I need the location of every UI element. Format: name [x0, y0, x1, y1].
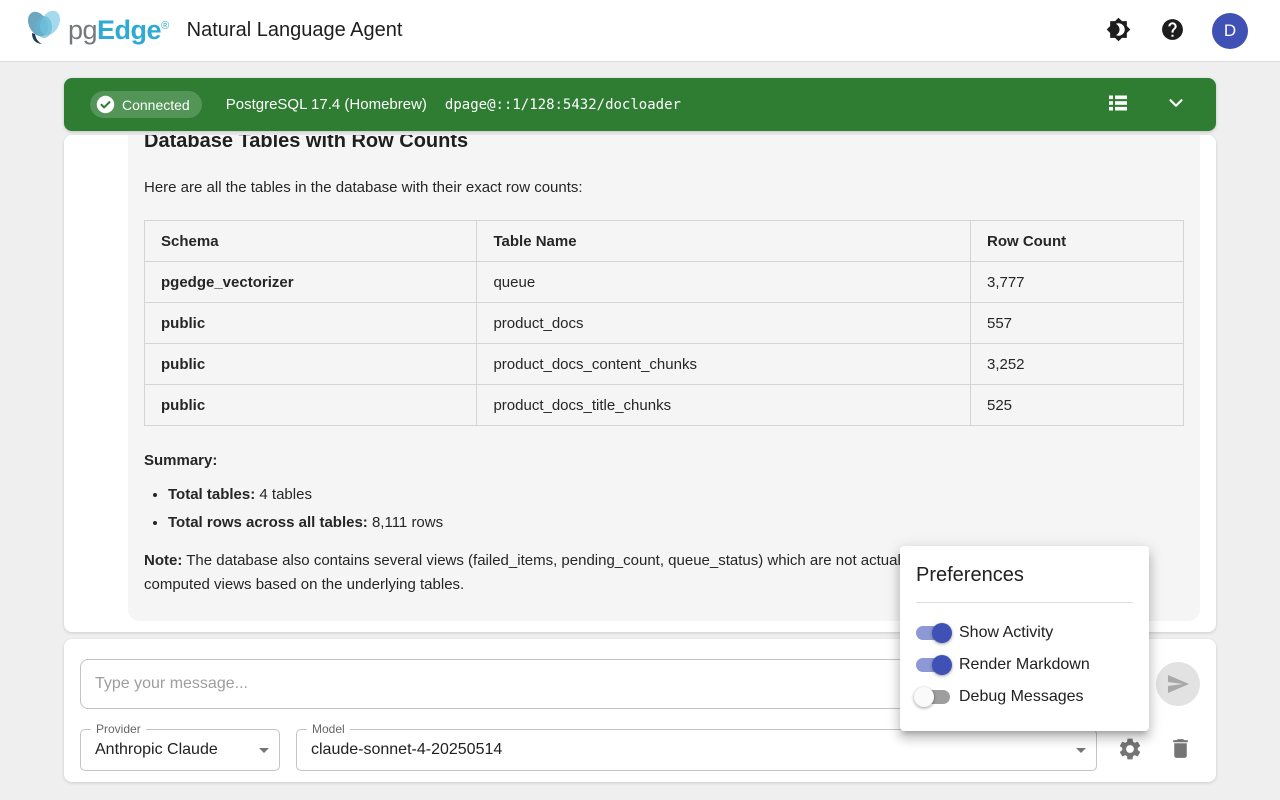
help-icon — [1160, 17, 1185, 45]
divider — [916, 602, 1133, 603]
send-button[interactable] — [1156, 662, 1200, 706]
page-title: Natural Language Agent — [187, 19, 403, 42]
pgedge-logo-mark — [22, 7, 66, 54]
clear-chat-button[interactable] — [1160, 730, 1200, 770]
message-intro: Here are all the tables in the database … — [144, 177, 1184, 198]
provider-select[interactable]: Provider Anthropic Claude — [80, 729, 280, 771]
chevron-down-icon — [1165, 92, 1187, 117]
query-list-button[interactable] — [1104, 91, 1132, 119]
table-row: public product_docs_content_chunks 3,252 — [145, 344, 1184, 385]
app-header: pgEdge® Natural Language Agent D — [0, 0, 1280, 62]
toggle-switch[interactable] — [916, 655, 950, 675]
server-version-text: PostgreSQL 17.4 (Homebrew) — [226, 96, 427, 113]
send-icon — [1166, 672, 1190, 696]
table-name-cell: product_docs — [477, 303, 971, 344]
row-count-cell: 557 — [970, 303, 1183, 344]
toggle-label: Show Activity — [959, 624, 1053, 642]
toggle-debug-messages[interactable]: Debug Messages — [916, 681, 1133, 713]
provider-select-label: Provider — [91, 722, 146, 736]
table-row: public product_docs_title_chunks 525 — [145, 385, 1184, 426]
summary-heading: Summary: — [144, 452, 1184, 469]
model-select-value: claude-sonnet-4-20250514 — [311, 741, 502, 759]
pgedge-logo: pgEdge® — [22, 7, 169, 54]
row-count-cell: 525 — [970, 385, 1183, 426]
caret-down-icon — [1076, 748, 1086, 753]
preferences-button[interactable] — [1110, 730, 1150, 770]
gear-icon — [1117, 736, 1143, 765]
toggle-render-markdown[interactable]: Render Markdown — [916, 649, 1133, 681]
theme-toggle-button[interactable] — [1104, 17, 1132, 45]
dark-mode-icon — [1106, 17, 1131, 45]
schema-cell: public — [145, 344, 477, 385]
toggle-switch[interactable] — [916, 687, 950, 707]
column-header-schema: Schema — [145, 221, 477, 262]
table-row: pgedge_vectorizer queue 3,777 — [145, 262, 1184, 303]
header-actions: D — [1104, 13, 1248, 49]
trash-icon — [1168, 736, 1193, 764]
column-header-row-count: Row Count — [970, 221, 1183, 262]
schema-cell: pgedge_vectorizer — [145, 262, 477, 303]
toggle-switch[interactable] — [916, 623, 950, 643]
schema-cell: public — [145, 303, 477, 344]
caret-down-icon — [259, 748, 269, 753]
check-circle-icon — [96, 95, 115, 114]
row-count-cell: 3,252 — [970, 344, 1183, 385]
toggle-label: Render Markdown — [959, 656, 1090, 674]
connection-status-badge: Connected — [90, 91, 202, 118]
preferences-title: Preferences — [916, 564, 1133, 587]
model-select[interactable]: Model claude-sonnet-4-20250514 — [296, 729, 1097, 771]
pgedge-logo-text: pgEdge® — [68, 15, 169, 46]
row-counts-table: Schema Table Name Row Count pgedge_vecto… — [144, 220, 1184, 426]
toggle-label: Debug Messages — [959, 688, 1084, 706]
model-select-label: Model — [307, 722, 350, 736]
user-avatar[interactable]: D — [1212, 13, 1248, 49]
column-header-table-name: Table Name — [477, 221, 971, 262]
table-name-cell: product_docs_content_chunks — [477, 344, 971, 385]
row-count-cell: 3,777 — [970, 262, 1183, 303]
toggle-show-activity[interactable]: Show Activity — [916, 617, 1133, 649]
provider-select-value: Anthropic Claude — [95, 741, 218, 759]
collapse-connection-button[interactable] — [1162, 91, 1190, 119]
preferences-popup: Preferences Show Activity Render Markdow… — [900, 546, 1149, 731]
table-header-row: Schema Table Name Row Count — [145, 221, 1184, 262]
connection-bar: Connected PostgreSQL 17.4 (Homebrew) dpa… — [64, 78, 1216, 131]
table-row: public product_docs 557 — [145, 303, 1184, 344]
connection-status-text: Connected — [122, 97, 190, 113]
help-button[interactable] — [1158, 17, 1186, 45]
schema-cell: public — [145, 385, 477, 426]
list-icon — [1106, 91, 1130, 118]
list-item: Total rows across all tables: 8,111 rows — [168, 509, 1184, 537]
message-heading: Database Tables with Row Counts — [144, 135, 1184, 155]
table-name-cell: queue — [477, 262, 971, 303]
connection-string-text: dpage@::1/128:5432/docloader — [445, 97, 681, 113]
summary-list: Total tables: 4 tables Total rows across… — [168, 481, 1184, 537]
table-name-cell: product_docs_title_chunks — [477, 385, 971, 426]
list-item: Total tables: 4 tables — [168, 481, 1184, 509]
